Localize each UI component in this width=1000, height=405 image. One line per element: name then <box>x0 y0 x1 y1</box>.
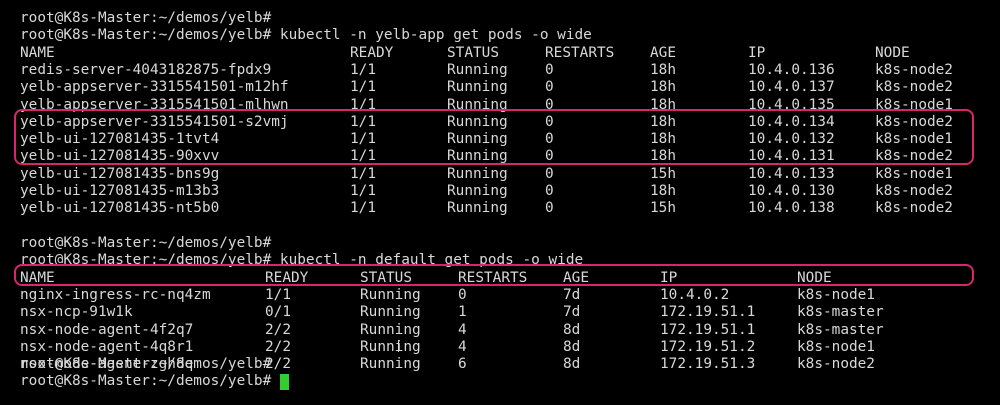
active-prompt: root@K8s-Master:~/demos/yelb# <box>20 373 272 390</box>
table-cell: k8s-node1 <box>797 286 875 303</box>
table-cell: 10.4.0.136 <box>748 61 835 78</box>
table-cell: k8s-node2 <box>875 61 953 78</box>
table-cell: 1/1 <box>350 61 376 78</box>
table-cell: 7d <box>563 304 581 321</box>
table-row: yelb-ui-127081435-bns9g 1/1 Running 0 15h 10.… <box>20 166 980 183</box>
table-cell: Running <box>360 321 421 338</box>
table-cell: Running <box>447 165 508 182</box>
table-cell: 1 <box>458 304 467 321</box>
table-cell: k8s-master <box>797 304 884 321</box>
table-cell: 15h <box>650 165 676 182</box>
table-cell: 2/2 <box>265 321 291 338</box>
table-cell: 0/1 <box>265 304 291 321</box>
table-cell: Running <box>447 61 508 78</box>
table-cell: 10.4.0.2 <box>660 286 730 303</box>
table-cell: nsx-ncp-91w1k <box>20 304 133 321</box>
table-cell: 8d <box>563 321 581 338</box>
table-row: yelb-ui-127081435-m13b3 1/1 Running 0 18h 10.… <box>20 183 980 200</box>
text-cursor <box>279 374 289 391</box>
table-cell: 1/1 <box>350 200 376 217</box>
table-row: nsx-ncp-91w1k 0/1 Running 1 7d 172.19.51.1 k8s… <box>20 304 980 321</box>
table-row: redis-server-4043182875-fpdx9 1/1 Running 0… <box>20 62 980 79</box>
ibeam-cursor-icon <box>398 340 399 352</box>
table-cell: Running <box>447 183 508 199</box>
table-cell: 4 <box>458 321 467 338</box>
column-header: NODE <box>875 44 910 61</box>
table-cell: k8s-node2 <box>875 79 953 96</box>
table-cell: 18h <box>650 79 676 96</box>
table-cell: 2/2 <box>265 338 291 355</box>
table-cell: yelb-appserver-3315541501-m12hf <box>20 79 289 96</box>
table-row: nsx-node-agent-4q8r1 2/2 Running 4 8d 172.19.… <box>20 339 980 356</box>
active-prompt-line[interactable]: root@K8s-Master:~/demos/yelb# <box>20 373 980 391</box>
prompt-line: root@K8s-Master:~/demos/yelb# <box>20 235 272 251</box>
table-cell: 0 <box>545 183 554 199</box>
table-cell: Running <box>447 200 508 217</box>
column-header: RESTARTS <box>545 44 615 61</box>
table-cell: yelb-ui-127081435-nt5b0 <box>20 200 220 217</box>
table-cell: 0 <box>545 165 554 182</box>
table-cell: Running <box>360 304 421 321</box>
table-cell: 0 <box>458 286 467 303</box>
column-header: NAME <box>20 44 55 61</box>
table-cell: yelb-ui-127081435-m13b3 <box>20 183 220 199</box>
table-cell: nginx-ingress-rc-nq4zm <box>20 286 211 303</box>
table-cell: 0 <box>545 200 554 217</box>
terminal-window[interactable]: root@K8s-Master:~/demos/yelb# root@K8s-M… <box>0 0 1000 405</box>
table-cell: k8s-node2 <box>875 200 953 217</box>
table-cell: nsx-node-agent-4f2q7 <box>20 321 194 338</box>
table-cell: 7d <box>563 286 581 303</box>
table-cell: 10.4.0.138 <box>748 200 835 217</box>
table-header: NAME READY STATUS RESTARTS AGE IP NODE <box>20 45 980 62</box>
table-cell: 0 <box>545 79 554 96</box>
table-cell: 1/1 <box>265 286 291 303</box>
table-row: yelb-ui-127081435-nt5b0 1/1 Running 0 15h 10.… <box>20 200 980 217</box>
prompt-line: root@K8s-Master:~/demos/yelb# <box>20 356 272 372</box>
highlight-box-yelb-pods <box>14 109 974 165</box>
table-cell: 10.4.0.130 <box>748 183 835 199</box>
table-cell: 10.4.0.133 <box>748 165 835 182</box>
table-cell: 1/1 <box>350 165 376 182</box>
table-row: nsx-node-agent-4f2q7 2/2 Running 4 8d 172.19.… <box>20 322 980 339</box>
table-cell: 172.19.51.2 <box>660 338 756 355</box>
table-cell: 4 <box>458 338 467 355</box>
table-cell: 15h <box>650 200 676 217</box>
table-row: yelb-appserver-3315541501-m12hf 1/1 Runnin… <box>20 79 980 96</box>
table-cell: 18h <box>650 61 676 78</box>
table-row: nginx-ingress-rc-nq4zm 1/1 Running 0 7d 10.4.… <box>20 287 980 304</box>
table-cell: 0 <box>545 61 554 78</box>
table-cell: 8d <box>563 338 581 355</box>
prompt-line: root@K8s-Master:~/demos/yelb# <box>20 10 272 26</box>
table-cell: Running <box>447 79 508 96</box>
table-cell: 18h <box>650 183 676 199</box>
column-header: READY <box>350 44 394 61</box>
column-header: IP <box>748 44 766 61</box>
column-header: AGE <box>650 44 676 61</box>
table-cell: 10.4.0.137 <box>748 79 835 96</box>
table-cell: redis-server-4043182875-fpdx9 <box>20 61 272 78</box>
table-cell: yelb-ui-127081435-bns9g <box>20 165 220 182</box>
table-cell: nsx-node-agent-4q8r1 <box>20 338 194 355</box>
table-cell: k8s-node2 <box>875 183 953 199</box>
highlight-box-nginx-pod <box>14 264 974 286</box>
table-cell: k8s-node1 <box>875 165 953 182</box>
table-cell: 172.19.51.1 <box>660 321 756 338</box>
table-cell: Running <box>360 286 421 303</box>
command-line-yelb: root@K8s-Master:~/demos/yelb# kubectl -n… <box>20 27 592 44</box>
table-cell: 1/1 <box>350 79 376 96</box>
table-cell: Running <box>360 338 421 355</box>
table-cell: k8s-master <box>797 321 884 338</box>
table-cell: 172.19.51.1 <box>660 304 756 321</box>
table-cell: k8s-node1 <box>797 338 875 355</box>
table-cell: 1/1 <box>350 183 376 199</box>
column-header: STATUS <box>447 44 499 61</box>
